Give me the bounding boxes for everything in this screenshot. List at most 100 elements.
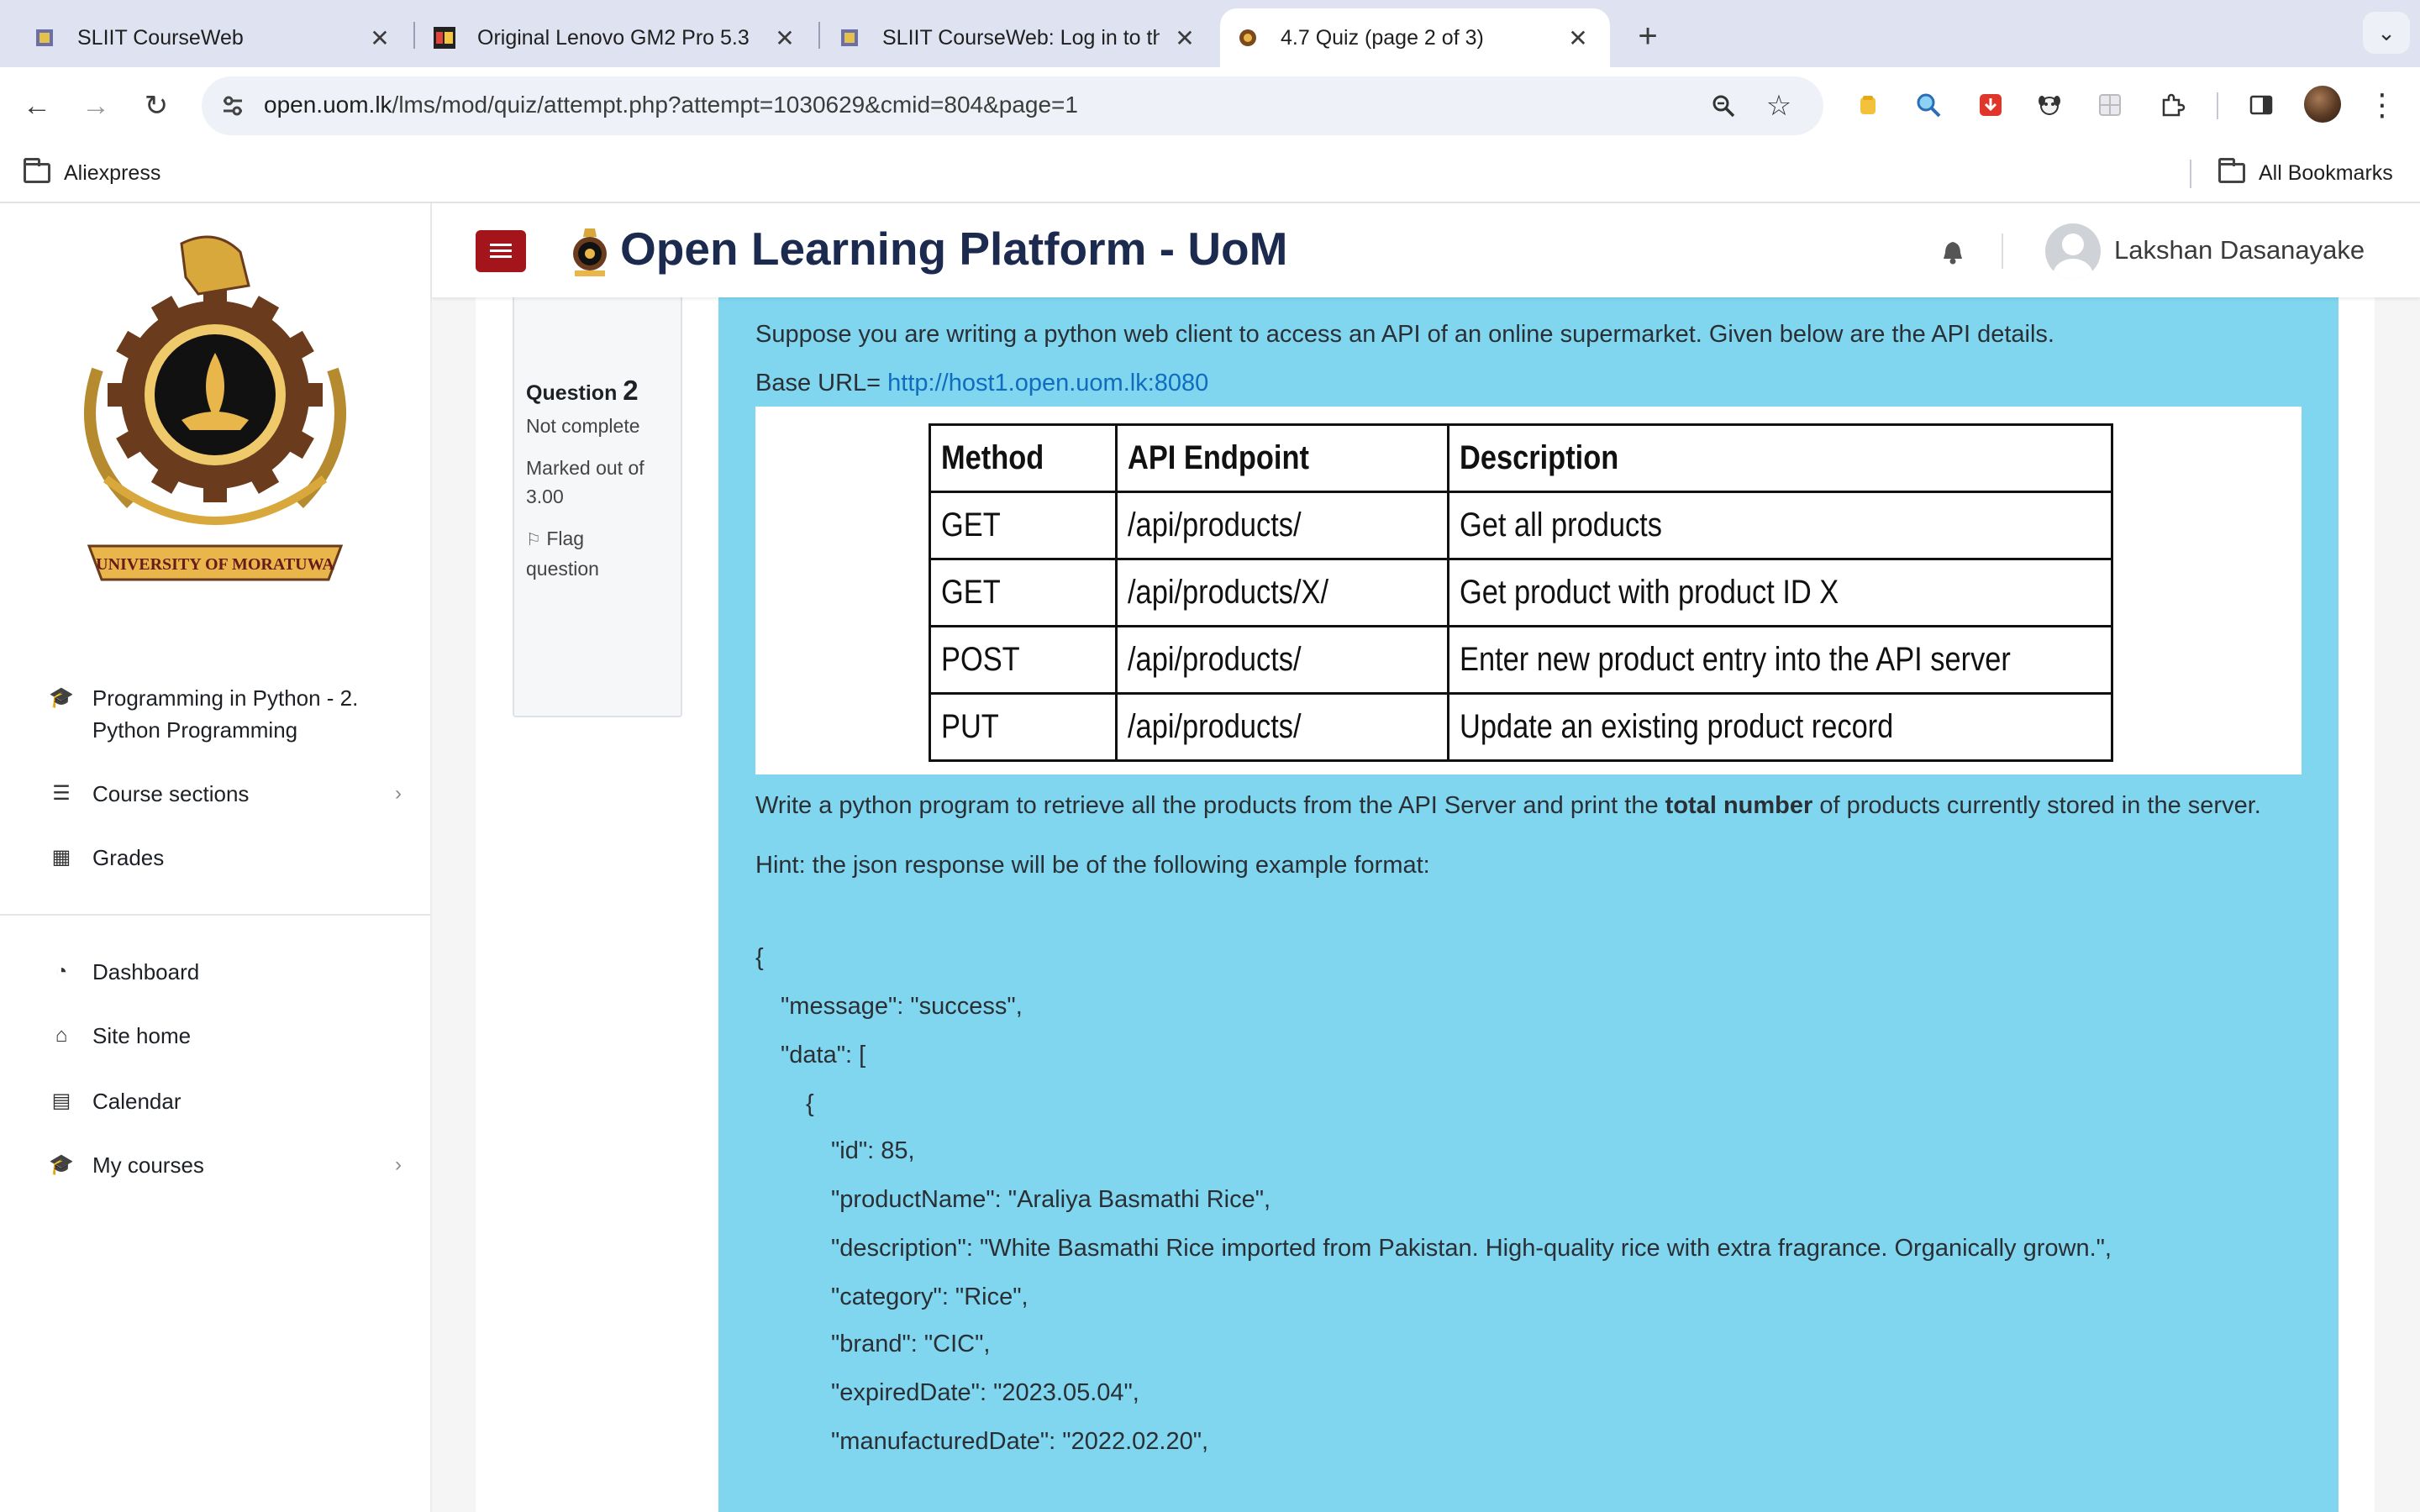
table-cell: Enter new product entry into the API ser… [1447, 625, 2113, 695]
forward-button[interactable]: → [74, 84, 118, 128]
table-header: API Endpoint [1115, 423, 1450, 493]
sidebar-item-label: Programming in Python - 2. Python Progra… [92, 685, 359, 743]
tab-title: SLIIT CourseWeb: Log in to th [882, 25, 1160, 50]
side-panel-icon[interactable] [2242, 86, 2281, 124]
profile-avatar[interactable] [2304, 86, 2341, 123]
sidebar-item-my-courses[interactable]: 🎓 My courses › [49, 1149, 402, 1181]
sidebar-item-course-sections[interactable]: ☰ Course sections › [49, 778, 402, 810]
json-line: { [755, 944, 764, 971]
logo-ribbon-text: UNIVERSITY OF MORATUWA [96, 555, 334, 574]
tab-sliit-courseweb[interactable]: SLIIT CourseWeb ✕ [0, 8, 412, 67]
flag-label: Flag [546, 528, 585, 549]
json-line: "expiredDate": "2023.05.04", [831, 1379, 1139, 1406]
close-icon[interactable]: ✕ [365, 23, 395, 53]
flag-question-button[interactable]: ⚐ Flag question [526, 524, 599, 583]
question-number: Question 2 [526, 375, 639, 407]
table-header-row: Method API Endpoint Description [928, 423, 2113, 493]
honey-extension-icon[interactable] [1849, 86, 1887, 124]
api-details-image: Method API Endpoint Description GET /api… [755, 407, 2302, 774]
bookmark-aliexpress[interactable]: Aliexpress [24, 156, 160, 190]
zoom-icon[interactable] [1704, 87, 1743, 125]
question-grade-value: 3.00 [526, 486, 564, 507]
json-line: "data": [ [781, 1042, 866, 1068]
task-description: Write a python program to retrieve all t… [755, 788, 2302, 823]
toolbar-divider [2217, 92, 2218, 119]
flag-label-2: question [526, 558, 599, 580]
sidebar-item-label: Calendar [92, 1089, 182, 1114]
base-url-line: Base URL= http://host1.open.uom.lk:8080 [755, 370, 1208, 397]
new-tab-button[interactable]: + [1627, 15, 1669, 57]
bookmark-all-bookmarks[interactable]: All Bookmarks [2218, 156, 2393, 190]
json-line: "id": 85, [831, 1137, 915, 1164]
question-text-area: Suppose you are writing a python web cli… [718, 297, 2338, 1512]
table-row: PUT /api/products/ Update an existing pr… [928, 692, 2113, 762]
tab-quiz-active[interactable]: 4.7 Quiz (page 2 of 3) ✕ [1220, 8, 1610, 67]
sidebar-item-course[interactable]: 🎓 Programming in Python - 2. Python Prog… [49, 682, 402, 746]
json-line: "brand": "CIC", [831, 1331, 991, 1357]
reload-button[interactable]: ↻ [134, 84, 178, 128]
table-cell: Get all products [1447, 491, 2113, 560]
tab-sliit-login[interactable]: SLIIT CourseWeb: Log in to th ✕ [822, 8, 1217, 67]
sidebar-item-dashboard[interactable]: ◔ Dashboard [49, 956, 402, 988]
university-crest-icon [837, 25, 862, 50]
chevron-right-icon: › [395, 1153, 402, 1176]
notification-bell-icon[interactable] [1936, 235, 1970, 269]
question-grade-label: Marked out of [526, 457, 644, 479]
sidebar-item-site-home[interactable]: ⌂ Site home [49, 1020, 402, 1052]
sidebar-item-label: Site home [92, 1023, 192, 1048]
table-row: GET /api/products/ Get all products [928, 491, 2113, 560]
sidebar-item-calendar[interactable]: ▤ Calendar [49, 1085, 402, 1117]
grid-extension-icon[interactable] [2091, 86, 2129, 124]
json-line: "description": "White Basmathi Rice impo… [831, 1235, 2112, 1262]
tab-divider [818, 22, 820, 49]
table-cell: POST [928, 625, 1118, 695]
browser-menu-icon[interactable]: ⋮ [2367, 86, 2397, 124]
json-line: { [806, 1090, 814, 1117]
question-state: Not complete [526, 415, 640, 437]
tab-strip: SLIIT CourseWeb ✕ Original Lenovo GM2 Pr… [0, 0, 2420, 67]
close-icon[interactable]: ✕ [1563, 23, 1593, 53]
uom-emblem-icon [568, 227, 612, 277]
download-extension-icon[interactable] [1971, 86, 2010, 124]
tab-search-button[interactable]: ⌄ [2363, 12, 2410, 54]
json-line: "category": "Rice", [831, 1284, 1028, 1310]
table-cell: PUT [928, 692, 1118, 762]
browser-toolbar: ← → ↻ open.uom.lk/lms/mod/quiz/attempt.p… [0, 67, 2420, 144]
site-title[interactable]: Open Learning Platform - UoM [620, 222, 1287, 276]
table-row: POST /api/products/ Enter new product en… [928, 625, 2113, 695]
drawer-toggle-button[interactable] [476, 230, 526, 272]
back-button[interactable]: ← [15, 84, 59, 128]
table-cell: /api/products/X/ [1115, 558, 1450, 627]
flag-icon: ⚐ [526, 531, 541, 549]
dog-extension-icon[interactable] [2030, 86, 2069, 124]
close-icon[interactable]: ✕ [1170, 23, 1200, 53]
url-text[interactable]: open.uom.lk/lms/mod/quiz/attempt.php?att… [264, 92, 1078, 118]
json-line: "message": "success", [781, 993, 1023, 1020]
bookmark-label: All Bookmarks [2259, 160, 2393, 185]
table-cell: /api/products/ [1115, 625, 1450, 695]
bookmarks-divider [2190, 160, 2191, 188]
user-name[interactable]: Lakshan Dasanayake [2114, 235, 2365, 265]
tab-lenovo[interactable]: Original Lenovo GM2 Pro 5.3 ✕ [417, 8, 817, 67]
question-info-panel: Question 2 Not complete Marked out of 3.… [513, 284, 682, 717]
sidebar-item-grades[interactable]: ▦ Grades [49, 842, 402, 874]
bookmark-star-icon[interactable]: ☆ [1760, 87, 1798, 125]
extensions-puzzle-icon[interactable] [2153, 86, 2191, 124]
address-bar[interactable]: open.uom.lk/lms/mod/quiz/attempt.php?att… [202, 76, 1823, 135]
tab-divider [413, 22, 415, 49]
university-logo: UNIVERSITY OF MORATUWA [39, 227, 392, 588]
close-icon[interactable]: ✕ [770, 23, 800, 53]
base-url-link[interactable]: http://host1.open.uom.lk:8080 [887, 370, 1208, 396]
page-viewport: Question 2 Not complete Marked out of 3.… [0, 203, 2420, 1512]
table-cell: GET [928, 491, 1118, 560]
task-text: Write a python program to retrieve all t… [755, 792, 1665, 819]
site-info-icon[interactable] [213, 87, 252, 125]
table-cell: Update an existing product record [1447, 692, 2113, 762]
base-url-label: Base URL= [755, 370, 888, 396]
user-avatar[interactable] [2045, 223, 2101, 279]
sidebar-item-label: My courses [92, 1152, 204, 1178]
folder-icon [2218, 158, 2245, 183]
magnifier-extension-icon[interactable] [1909, 86, 1948, 124]
graduation-cap-icon: 🎓 [49, 1153, 74, 1176]
json-line: "productName": "Araliya Basmathi Rice", [831, 1186, 1271, 1213]
